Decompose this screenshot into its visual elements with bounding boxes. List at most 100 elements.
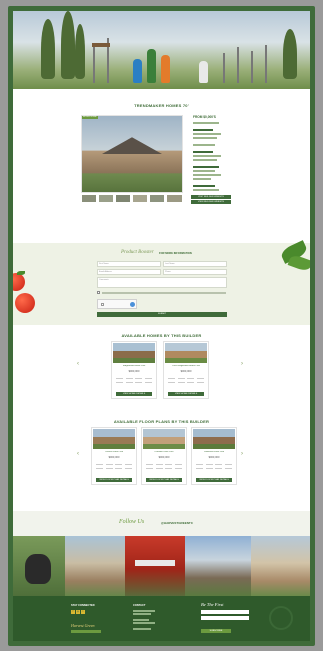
gallery-thumbnail[interactable] xyxy=(115,194,131,203)
email-field[interactable]: Email Address xyxy=(97,269,161,275)
newsletter-email-input[interactable] xyxy=(201,616,249,620)
info-text xyxy=(193,137,217,139)
builder-website-button[interactable]: VISIT BUILDER WEBSITE xyxy=(191,195,231,199)
plans-spec xyxy=(205,468,213,469)
footer-link-button[interactable] xyxy=(71,630,101,633)
homes-price: $000,000 xyxy=(128,370,140,373)
homes-spec xyxy=(125,382,133,383)
homes-details-button[interactable]: VIEW HOME DETAILS xyxy=(168,392,204,396)
homes-spec xyxy=(125,378,133,379)
homes-photo[interactable] xyxy=(113,343,155,363)
child xyxy=(199,61,208,83)
left-arrow-icon[interactable]: ‹ xyxy=(77,451,79,457)
homes-title[interactable]: 1000 Ridgewood Home Plan xyxy=(164,365,208,367)
comments-field[interactable]: Comments xyxy=(97,277,227,288)
plans-photo[interactable] xyxy=(143,429,185,449)
plans-spec xyxy=(215,464,222,465)
tree xyxy=(283,29,297,79)
newsletter-name-input[interactable] xyxy=(201,610,249,614)
homes-card[interactable]: Ridgewood Home Plan $000,000 VIEW HOME DET… xyxy=(111,341,157,399)
info-text xyxy=(193,122,219,124)
plans-details-button[interactable]: VIEW FLOOR PLAN DETAILS xyxy=(96,478,132,482)
subscribe-button[interactable]: SUBSCRIBE xyxy=(201,629,231,633)
plans-card[interactable]: Dresden Floor Plan $000,000 VIEW FLOOR PLA… xyxy=(141,427,187,485)
plans-spec xyxy=(115,468,122,469)
footer-script-right: Be The First xyxy=(201,602,224,607)
submit-button[interactable]: SUBMIT xyxy=(97,312,227,317)
gallery-thumbnail[interactable] xyxy=(132,194,148,203)
consent-checkbox[interactable] xyxy=(97,291,100,294)
plans-title[interactable]: Caravel Floor Plan xyxy=(92,451,136,453)
plans-spec xyxy=(96,468,103,469)
gallery-thumbnail[interactable] xyxy=(149,194,165,203)
info-form-section: Product Booster FOR MORE INFORMATION Fir… xyxy=(13,240,310,325)
follow-handle[interactable]: @HARVESTGREENTX xyxy=(161,521,193,525)
plans-spec xyxy=(174,464,182,465)
homes-photo[interactable] xyxy=(165,343,207,363)
homes-spec xyxy=(187,382,194,383)
leaf-icon xyxy=(17,271,25,275)
instagram-photo[interactable] xyxy=(185,536,251,596)
plans-title[interactable]: Dresden Floor Plan xyxy=(142,451,186,453)
instagram-photo[interactable] xyxy=(125,536,185,596)
contact-text xyxy=(133,610,155,612)
last-name-field[interactable]: Last Name xyxy=(163,261,227,267)
gallery-thumbnail[interactable] xyxy=(81,194,97,203)
homes-title[interactable]: Ridgewood Home Plan xyxy=(112,365,156,367)
gallery-thumbnail[interactable] xyxy=(98,194,114,203)
first-name-field[interactable]: First Name xyxy=(97,261,161,267)
contact-heading: CONTACT xyxy=(133,604,146,607)
homes-card[interactable]: 1000 Ridgewood Home Plan $000,000 VIEW HOM… xyxy=(163,341,209,399)
info-heading xyxy=(193,166,219,168)
plans-photo[interactable] xyxy=(193,429,235,449)
homes-spec xyxy=(135,378,142,379)
instagram-photo[interactable] xyxy=(65,536,125,596)
plans-card[interactable]: Caravel Floor Plan $000,000 VIEW FLOOR PLA… xyxy=(91,427,137,485)
contact-text xyxy=(133,613,151,615)
homes-spec xyxy=(196,378,204,379)
right-arrow-icon[interactable]: › xyxy=(241,451,243,457)
footer-script-left: Harvest Green xyxy=(71,623,95,628)
plans-details-button[interactable]: VIEW FLOOR PLAN DETAILS xyxy=(146,478,182,482)
instagram-photo[interactable] xyxy=(251,536,310,596)
form-heading: FOR MORE INFORMATION xyxy=(159,252,192,255)
hero-photo xyxy=(13,11,310,89)
facebook-icon[interactable]: f xyxy=(71,610,75,614)
twitter-icon[interactable]: t xyxy=(81,610,85,614)
follow-section: Follow Us @HARVESTGREENTX xyxy=(13,511,310,536)
right-arrow-icon[interactable]: › xyxy=(241,361,243,367)
plans-spec xyxy=(124,464,132,465)
gallery-thumbnail[interactable] xyxy=(166,194,183,203)
tomato-icon xyxy=(15,293,35,313)
homes-spec xyxy=(177,378,185,379)
plans-card[interactable]: Lakemont Floor Plan $000,000 VIEW FLOOR PL… xyxy=(191,427,237,485)
web-page: TRENDMAKER HOMES 70' MODEL HOME FROM $0,… xyxy=(13,11,310,641)
contact-text xyxy=(133,628,151,630)
left-arrow-icon[interactable]: ‹ xyxy=(77,361,79,367)
captcha-widget[interactable] xyxy=(97,299,137,309)
stay-connected-heading: STAY CONNECTED xyxy=(71,604,95,607)
play-structure xyxy=(92,43,110,47)
homes-spec xyxy=(144,378,152,379)
instagram-icon[interactable]: ◎ xyxy=(76,610,80,614)
price-label: FROM $0,000'S xyxy=(193,115,216,119)
plans-title[interactable]: Lakemont Floor Plan xyxy=(192,451,236,453)
plans-details-button[interactable]: VIEW FLOOR PLAN DETAILS xyxy=(196,478,232,482)
homes-spec xyxy=(135,382,142,383)
plans-photo[interactable] xyxy=(93,429,135,449)
plans-spec xyxy=(115,464,122,465)
phone-field[interactable]: Phone xyxy=(163,269,227,275)
builder-website-button[interactable]: VIEW BUILDER WEBSITE xyxy=(191,200,231,204)
instagram-photo[interactable] xyxy=(13,536,65,596)
plans-spec xyxy=(124,468,132,469)
contact-text xyxy=(133,622,155,624)
captcha-checkbox[interactable] xyxy=(101,303,104,306)
homes-details-button[interactable]: VIEW HOME DETAILS xyxy=(116,392,152,396)
plans-spec xyxy=(196,468,203,469)
plans-spec xyxy=(215,468,222,469)
main-home-photo[interactable] xyxy=(81,115,183,193)
tractor-grille xyxy=(135,560,175,566)
footer: STAY CONNECTED f ◎ t Harvest Green CONTA… xyxy=(13,596,310,641)
tree xyxy=(61,11,75,79)
plans-spec xyxy=(105,464,113,465)
